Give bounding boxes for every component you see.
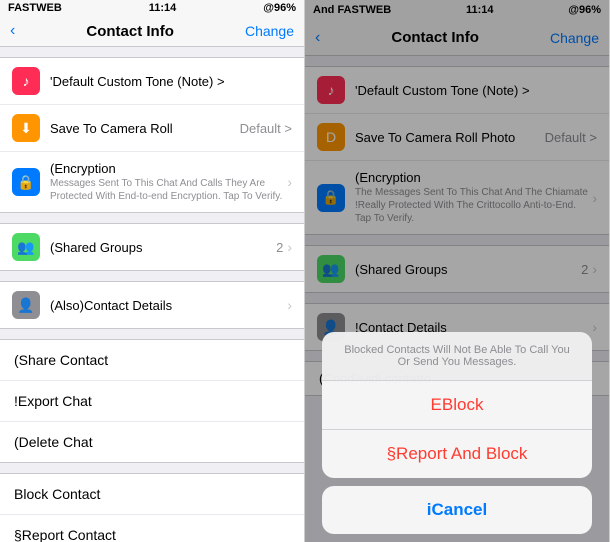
action-sheet: Blocked Contacts Will Not Be Able To Cal… bbox=[322, 332, 592, 478]
left-details-title: (Also)Contact Details bbox=[50, 298, 287, 313]
left-groups-content: (Shared Groups bbox=[50, 240, 276, 255]
left-row-block[interactable]: Block Contact bbox=[0, 474, 304, 515]
modal-overlay: Blocked Contacts Will Not Be Able To Cal… bbox=[305, 0, 609, 542]
sheet-block-button[interactable]: EBlock bbox=[322, 381, 592, 430]
left-export-text: !Export Chat bbox=[14, 393, 290, 409]
left-back-chevron: ‹ bbox=[10, 22, 15, 40]
left-section-1: ♪ 'Default Custom Tone (Note) > ⬇ Save T… bbox=[0, 57, 304, 213]
left-details-content: (Also)Contact Details bbox=[50, 298, 287, 313]
left-time: 11:14 bbox=[149, 2, 177, 14]
left-row-report[interactable]: §Report Contact bbox=[0, 515, 304, 542]
left-row-tone[interactable]: ♪ 'Default Custom Tone (Note) > bbox=[0, 58, 304, 105]
left-nav-title: Contact Info bbox=[86, 23, 174, 40]
left-details-chevron: › bbox=[287, 297, 292, 313]
left-details-right: › bbox=[287, 297, 292, 313]
left-row-groups[interactable]: 👥 (Shared Groups 2 › bbox=[0, 224, 304, 270]
left-change-button[interactable]: Change bbox=[245, 23, 294, 39]
left-block-text: Block Contact bbox=[14, 486, 290, 502]
left-carrier: FASTWEB bbox=[8, 2, 62, 14]
left-tone-content: 'Default Custom Tone (Note) > bbox=[50, 74, 292, 89]
left-panel: FASTWEB 11:14 @96% ‹ Contact Info Change… bbox=[0, 0, 305, 542]
left-delete-text: (Delete Chat bbox=[14, 434, 290, 450]
left-row-delete[interactable]: (Delete Chat bbox=[0, 422, 304, 462]
left-encryption-right: › bbox=[287, 174, 292, 190]
right-panel: And FASTWEB 11:14 @96% ‹ Contact Info Ch… bbox=[305, 0, 610, 542]
left-nav-bar: ‹ Contact Info Change bbox=[0, 16, 304, 47]
sheet-report-block-button[interactable]: §Report And Block bbox=[322, 430, 592, 478]
left-tone-icon: ♪ bbox=[12, 67, 40, 95]
left-groups-chevron: › bbox=[287, 239, 292, 255]
left-plain-section-1: (Share Contact !Export Chat (Delete Chat bbox=[0, 339, 304, 463]
left-encryption-chevron: › bbox=[287, 174, 292, 190]
left-tone-title: 'Default Custom Tone (Note) > bbox=[50, 74, 292, 89]
left-share-text: (Share Contact bbox=[14, 352, 290, 368]
left-status-bar: FASTWEB 11:14 @96% bbox=[0, 0, 304, 16]
left-camera-right: Default > bbox=[240, 121, 292, 136]
left-encryption-subtitle: Messages Sent To This Chat And Calls The… bbox=[50, 177, 287, 203]
left-row-camera[interactable]: ⬇ Save To Camera Roll Default > bbox=[0, 105, 304, 152]
left-camera-badge: Default > bbox=[240, 121, 292, 136]
left-row-encryption[interactable]: 🔒 (Encryption Messages Sent To This Chat… bbox=[0, 152, 304, 212]
left-encryption-icon: 🔒 bbox=[12, 168, 40, 196]
left-plain-section-2: Block Contact §Report Contact bbox=[0, 473, 304, 542]
left-row-export[interactable]: !Export Chat bbox=[0, 381, 304, 422]
sheet-info-text: Blocked Contacts Will Not Be Able To Cal… bbox=[322, 332, 592, 381]
left-encryption-title: (Encryption bbox=[50, 161, 287, 176]
left-report-text: §Report Contact bbox=[14, 527, 290, 542]
left-camera-icon: ⬇ bbox=[12, 114, 40, 142]
sheet-cancel-button[interactable]: iCancel bbox=[322, 486, 592, 534]
left-encryption-content: (Encryption Messages Sent To This Chat A… bbox=[50, 161, 287, 203]
left-camera-title: Save To Camera Roll bbox=[50, 121, 240, 136]
left-section-3: 👤 (Also)Contact Details › bbox=[0, 281, 304, 329]
left-back-button[interactable]: ‹ bbox=[10, 22, 15, 40]
left-groups-title: (Shared Groups bbox=[50, 240, 276, 255]
left-camera-content: Save To Camera Roll bbox=[50, 121, 240, 136]
left-battery: @96% bbox=[263, 2, 296, 14]
left-groups-badge: 2 bbox=[276, 240, 283, 255]
left-row-details[interactable]: 👤 (Also)Contact Details › bbox=[0, 282, 304, 328]
left-groups-icon: 👥 bbox=[12, 233, 40, 261]
left-details-icon: 👤 bbox=[12, 291, 40, 319]
left-row-share[interactable]: (Share Contact bbox=[0, 340, 304, 381]
left-section-2: 👥 (Shared Groups 2 › bbox=[0, 223, 304, 271]
sheet-cancel-container: iCancel bbox=[322, 486, 592, 534]
left-groups-right: 2 › bbox=[276, 239, 292, 255]
